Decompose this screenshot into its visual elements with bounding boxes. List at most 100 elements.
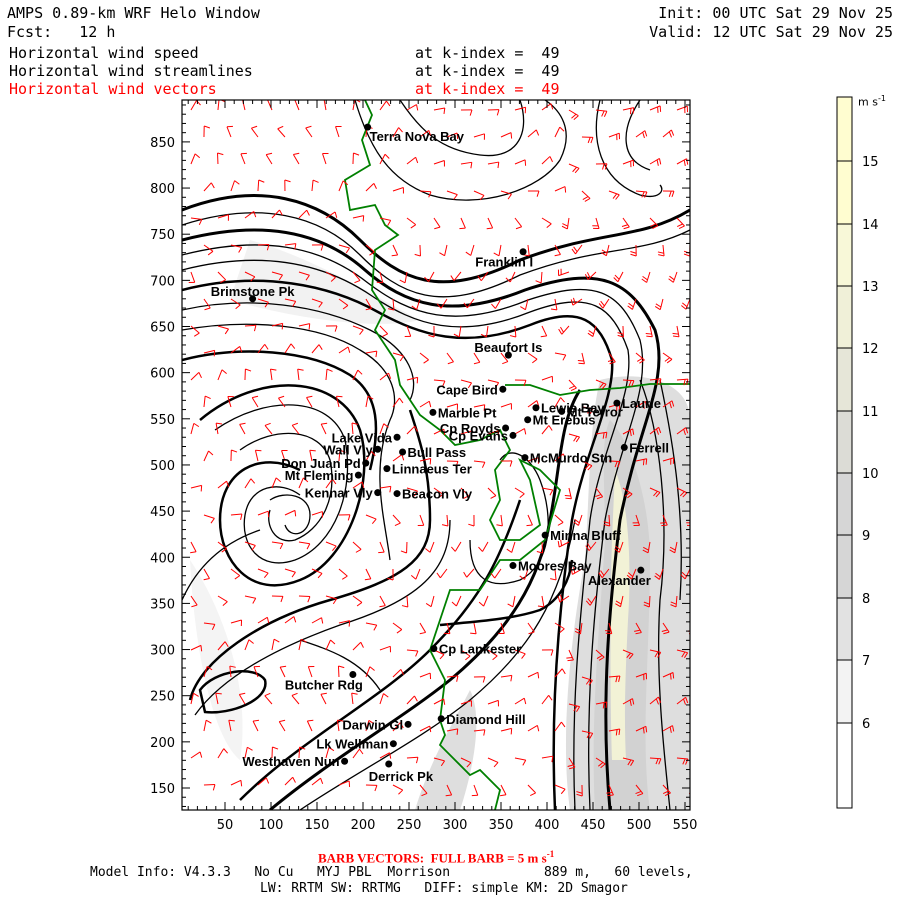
place-marker: Wall Vly bbox=[323, 442, 382, 457]
station-dot-icon bbox=[362, 459, 370, 467]
colorbar-swatch bbox=[836, 160, 853, 225]
station-dot-icon bbox=[499, 385, 507, 393]
barb-note-exp: -1 bbox=[546, 849, 555, 859]
colorbar-swatch bbox=[836, 659, 853, 724]
colorbar-label: 12 bbox=[862, 342, 879, 357]
colorbar-swatch bbox=[836, 347, 853, 412]
wind-map: Terra Nova Bay Franklin I Brimstone Pk Beau… bbox=[150, 96, 879, 833]
colorbar-swatch bbox=[836, 285, 853, 349]
y-tick-label: 850 bbox=[150, 136, 175, 151]
place-label: Wall Vly bbox=[323, 442, 373, 457]
place-marker: Kennar Vly bbox=[305, 486, 382, 501]
station-dot-icon bbox=[521, 454, 529, 462]
wind-barb bbox=[689, 406, 690, 408]
x-tick-label: 350 bbox=[489, 818, 514, 833]
place-marker: Westhaven Nun bbox=[242, 754, 349, 769]
colorbar-swatch bbox=[836, 472, 853, 536]
place-label: Kennar Vly bbox=[305, 486, 374, 501]
station-dot-icon bbox=[383, 465, 391, 473]
colorbar-unit-text: m s bbox=[858, 95, 878, 109]
place-marker: McMurdo Stn bbox=[521, 451, 612, 466]
colorbar-swatch bbox=[836, 223, 853, 287]
y-tick-label: 400 bbox=[150, 551, 175, 566]
colorbar-label: 6 bbox=[862, 717, 870, 732]
colorbar-swatch bbox=[836, 534, 853, 599]
wind-barb bbox=[689, 730, 690, 732]
y-tick-label: 450 bbox=[150, 505, 175, 520]
station-dot-icon bbox=[399, 448, 407, 456]
place-marker: Cp Lankester bbox=[430, 642, 521, 657]
x-tick-label: 150 bbox=[305, 818, 330, 833]
model-info-line-1: Model Info: V4.3.3 No Cu MYJ PBL Morriso… bbox=[90, 865, 693, 880]
station-dot-icon bbox=[374, 445, 382, 453]
x-tick-label: 100 bbox=[259, 818, 284, 833]
wind-barb bbox=[689, 190, 690, 192]
place-label: Linnaeus Ter bbox=[392, 462, 472, 477]
station-dot-icon bbox=[620, 443, 628, 451]
station-dot-icon bbox=[509, 431, 517, 439]
station-dot-icon bbox=[393, 490, 401, 498]
colorbar-swatch bbox=[836, 722, 853, 809]
colorbar-label: 10 bbox=[862, 467, 879, 482]
place-marker: Bull Pass bbox=[399, 445, 466, 460]
station-dot-icon bbox=[393, 433, 401, 441]
wind-barb bbox=[689, 136, 690, 138]
place-marker: Beacon Vly bbox=[393, 487, 473, 502]
place-marker: Cp Evans bbox=[449, 428, 517, 443]
y-tick-label: 350 bbox=[150, 597, 175, 612]
x-tick-label: 250 bbox=[397, 818, 422, 833]
y-tick-label: 250 bbox=[150, 690, 175, 705]
x-tick-label: 500 bbox=[627, 818, 652, 833]
place-marker: Marble Pt bbox=[429, 405, 497, 420]
y-tick-label: 700 bbox=[150, 274, 175, 289]
place-label: Mt Erebus bbox=[533, 413, 596, 428]
place-marker: Mt Erebus bbox=[524, 413, 596, 428]
y-tick-label: 500 bbox=[150, 459, 175, 474]
station-dot-icon bbox=[430, 645, 438, 653]
place-label: Ferrell bbox=[629, 440, 669, 455]
x-tick-label: 200 bbox=[351, 818, 376, 833]
colorbar-label: 7 bbox=[862, 654, 870, 669]
place-label: Beaufort Is bbox=[474, 340, 542, 355]
y-tick-label: 750 bbox=[150, 228, 175, 243]
barb-legend-note: BARB VECTORS: FULL BARB = 5 m s-1 bbox=[318, 849, 554, 866]
place-label: Westhaven Nun bbox=[242, 754, 339, 769]
x-tick-label: 400 bbox=[535, 818, 560, 833]
place-marker: Minna Bluff bbox=[541, 528, 622, 543]
wind-barb bbox=[689, 460, 690, 462]
place-marker: Darwin Gl bbox=[342, 717, 412, 732]
place-label: Lk Wellman bbox=[316, 737, 388, 752]
colorbar-label: 15 bbox=[862, 155, 879, 170]
station-dot-icon bbox=[341, 757, 349, 765]
place-label: Cp Evans bbox=[449, 428, 508, 443]
barb-note-text: BARB VECTORS: FULL BARB = 5 m s bbox=[318, 850, 547, 866]
colorbar-label: 13 bbox=[862, 280, 879, 295]
station-dot-icon bbox=[389, 740, 397, 748]
place-label: Alexander bbox=[588, 573, 651, 588]
place-label: Marble Pt bbox=[438, 405, 497, 420]
colorbar-label: 11 bbox=[862, 405, 879, 420]
place-label: Franklin I bbox=[475, 255, 533, 270]
station-dot-icon bbox=[613, 399, 621, 407]
colorbar-label: 8 bbox=[862, 592, 870, 607]
station-dot-icon bbox=[385, 760, 393, 768]
model-info-line-2: LW: RRTM SW: RRTMG DIFF: simple KM: 2D S… bbox=[260, 881, 628, 896]
station-dot-icon bbox=[437, 715, 445, 723]
place-label: Darwin Gl bbox=[342, 717, 403, 732]
x-tick-label: 50 bbox=[217, 818, 234, 833]
wind-barb bbox=[689, 676, 690, 678]
place-label: Moores Bay bbox=[518, 559, 592, 574]
colorbar-label: 14 bbox=[862, 218, 879, 233]
colorbar: 6 7 8 9 10 11 12 13 14 15 bbox=[836, 96, 879, 809]
place-label: Minna Bluff bbox=[550, 528, 621, 543]
y-tick-label: 150 bbox=[150, 782, 175, 797]
x-tick-label: 550 bbox=[673, 818, 698, 833]
x-tick-label: 450 bbox=[581, 818, 606, 833]
place-label: Terra Nova Bay bbox=[370, 129, 465, 144]
place-label: Mt Fleming bbox=[285, 468, 354, 483]
station-dot-icon bbox=[509, 562, 517, 570]
colorbar-unit: m s-1 bbox=[858, 94, 886, 109]
place-marker: Linnaeus Ter bbox=[383, 462, 472, 477]
place-label: Butcher Rdg bbox=[285, 677, 363, 692]
place-label: Diamond Hill bbox=[446, 712, 525, 727]
